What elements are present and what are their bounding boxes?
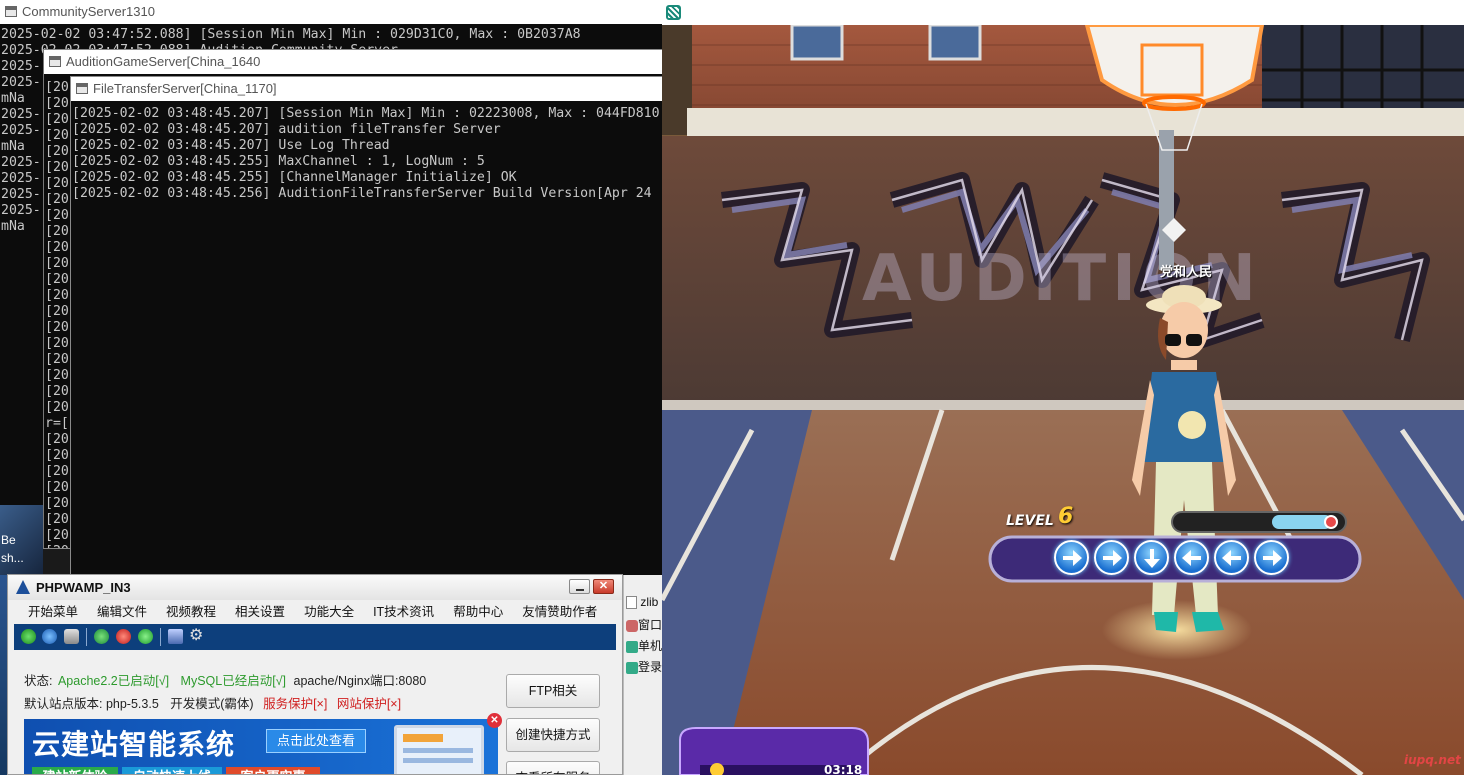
console-line: [2025-02-02 03:48:45.256] AuditionFileTr… — [72, 186, 652, 201]
window-title: AuditionGameServer[China_1640 — [66, 54, 261, 69]
game-app-icon — [666, 5, 681, 20]
arrow-left-icon — [1174, 540, 1209, 575]
player-name: 党和人民 — [1160, 265, 1213, 280]
app-icon — [626, 640, 638, 653]
game-scene: AUDITION — [662, 23, 1464, 775]
ad-tag: 建站新体验 — [32, 767, 118, 774]
gear-icon[interactable]: ⚙ — [189, 626, 203, 646]
phpwamp-logo-icon — [16, 580, 30, 594]
console-line: [2025-02-02 03:48:45.255] MaxChannel : 1… — [72, 154, 485, 169]
desktop-thumbnail[interactable]: Be sh... — [0, 505, 43, 575]
arrow-left-icon — [1214, 540, 1249, 575]
console-line: [2025-02-02 03:48:45.207] [Session Min M… — [72, 106, 660, 121]
window-titlebar[interactable]: FileTransferServer[China_1170] — [71, 77, 662, 101]
desktop-icon-column: zlib 窗口 单机 登录 — [623, 575, 663, 775]
console-line: [2025-02-02 03:48:45.255] [ChannelManage… — [72, 170, 517, 185]
menu-item[interactable]: 相关设置 — [235, 600, 285, 624]
database-icon[interactable] — [64, 629, 79, 644]
menu-item[interactable]: 帮助中心 — [453, 600, 503, 624]
minimize-button[interactable] — [569, 579, 590, 594]
phpwamp-title: PHPWAMP_IN3 — [36, 580, 131, 595]
menu-item[interactable]: 功能大全 — [304, 600, 354, 624]
window-title: CommunityServer1310 — [22, 4, 155, 19]
service-protect-status[interactable]: 服务保护[×] — [263, 697, 327, 711]
desktop-label: sh... — [1, 551, 24, 565]
desktop-item[interactable]: 窗口 — [626, 616, 662, 633]
window-titlebar[interactable]: AuditionGameServer[China_1640 — [44, 50, 662, 74]
globe-icon[interactable] — [42, 629, 57, 644]
arrow-sequence — [1054, 540, 1289, 575]
console-icon — [76, 83, 88, 94]
console-line: [2025-02-02 03:48:45.207] Use Log Thread — [72, 138, 390, 153]
menu-item[interactable]: 友情赞助作者 — [522, 600, 597, 624]
toolbar-separator — [160, 628, 161, 646]
console-icon — [49, 56, 61, 67]
desktop-item[interactable]: 单机 — [626, 637, 662, 654]
level-label: LEVEL — [1006, 513, 1054, 529]
file-icon — [626, 596, 637, 610]
level-value: 6 — [1058, 504, 1074, 529]
arrow-right-icon — [1254, 540, 1289, 575]
phpwamp-toolbar: ⚙ — [14, 624, 616, 650]
server-port: apache/Nginx端口:8080 — [293, 674, 427, 688]
status-label: 状态: — [24, 674, 53, 688]
menu-item[interactable]: 编辑文件 — [97, 600, 147, 624]
ad-banner[interactable]: 云建站智能系统 点击此处查看 建站新体验 自动快速上线 客户更实惠 — [24, 719, 498, 774]
window-titlebar[interactable]: CommunityServer1310 — [0, 0, 662, 24]
game-titlebar[interactable] — [662, 0, 1464, 25]
desktop-item[interactable]: 登录 — [626, 658, 662, 675]
menu-item[interactable]: 开始菜单 — [28, 600, 78, 624]
stop-icon[interactable] — [116, 629, 131, 644]
apache-status: Apache2.2已启动[√] — [57, 674, 170, 688]
close-icon: ✕ — [598, 580, 609, 592]
menu-item[interactable]: IT技术资讯 — [373, 600, 434, 624]
console-line: [2025-02-02 03:48:45.207] audition fileT… — [72, 122, 501, 137]
create-shortcut-button[interactable]: 创建快捷方式 — [506, 718, 600, 752]
ad-tag: 自动快速上线 — [122, 767, 222, 774]
arrow-down-icon — [1134, 540, 1169, 575]
menu-item[interactable]: 视频教程 — [166, 600, 216, 624]
toolbar-separator — [86, 628, 87, 646]
console-output: [2025-02-02 03:48:45.207] [Session Min M… — [71, 106, 662, 202]
app-icon — [626, 619, 638, 632]
phpwamp-window[interactable]: PHPWAMP_IN3 ✕ 开始菜单 编辑文件 视频教程 相关设置 功能大全 IT技术资讯… — [7, 574, 623, 775]
ad-tag: 客户更实惠 — [226, 767, 320, 774]
app-icon — [626, 661, 638, 674]
song-timer: 03:18 — [824, 763, 863, 775]
site-protect-status[interactable]: 网站保护[×] — [337, 697, 401, 711]
desktop-item[interactable]: zlib — [626, 595, 658, 610]
game-window[interactable]: AUDITION 党和人民 LEVEL 6 03:18 iupq.net — [662, 0, 1464, 775]
watermark: iupq.net — [1404, 753, 1461, 767]
console-line: 2025-02-02 03:47:52.088] [Session Min Ma… — [1, 27, 581, 42]
mysql-status: MySQL已经启动[√] — [180, 674, 287, 688]
minimize-icon — [576, 589, 584, 591]
refresh-icon[interactable] — [94, 629, 109, 644]
close-button[interactable]: ✕ — [593, 579, 614, 594]
ftp-button[interactable]: FTP相关 — [506, 674, 600, 708]
start-icon[interactable] — [21, 629, 36, 644]
file-transfer-server-window[interactable]: FileTransferServer[China_1170] [2025-02-… — [70, 76, 663, 576]
window-title: FileTransferServer[China_1170] — [93, 81, 277, 96]
dev-mode: 开发模式(霸体) — [170, 697, 254, 711]
phpwamp-titlebar[interactable]: PHPWAMP_IN3 ✕ — [8, 575, 622, 600]
ad-title: 云建站智能系统 — [32, 728, 236, 761]
ad-computer-graphic — [394, 725, 484, 774]
tool-icon[interactable] — [168, 629, 183, 644]
desktop-label: Be — [1, 533, 16, 547]
arrow-right-icon — [1094, 540, 1129, 575]
ad-close-icon[interactable]: ✕ — [487, 713, 502, 728]
ad-cta-button[interactable]: 点击此处查看 — [266, 729, 366, 753]
default-php-version: 默认站点版本: php-5.3.5 — [24, 697, 159, 711]
view-services-button[interactable]: 查看所有服务 — [506, 761, 600, 774]
upload-icon[interactable] — [138, 629, 153, 644]
phpwamp-menubar: 开始菜单 编辑文件 视频教程 相关设置 功能大全 IT技术资讯 帮助中心 友情赞助作者 — [8, 600, 622, 624]
arrow-right-icon — [1054, 540, 1089, 575]
console-icon — [5, 6, 17, 17]
